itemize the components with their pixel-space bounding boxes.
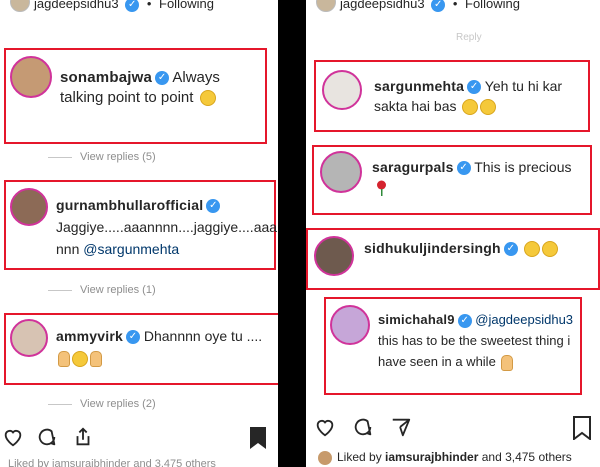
comment-username[interactable]: gurnambhullarofficial (56, 197, 203, 213)
heart-icon[interactable] (314, 416, 336, 438)
comment-ammyvirk: ammyvirk ✓ Dhannnn oye tu .... (4, 313, 278, 385)
commenter-avatar[interactable] (10, 319, 48, 357)
commenter-avatar[interactable] (10, 56, 52, 98)
verified-badge-icon: ✓ (125, 0, 140, 12)
replies-divider (48, 289, 72, 291)
bookmark-icon[interactable] (248, 426, 268, 450)
post-header: jagdeepsidhu3 ✓ • Following (306, 0, 600, 12)
ok-hand-emoji-icon (90, 351, 102, 368)
view-replies-label: View replies (1) (80, 284, 156, 296)
comment-simichahal9: simichahal9 ✓ @jagdeepsidhu3 this has to … (324, 297, 582, 395)
ok-hand-emoji-icon (58, 351, 70, 368)
laughing-crying-emoji-icon (199, 90, 216, 107)
verified-badge-icon: ✓ (155, 71, 170, 86)
liked-by-text[interactable]: Liked by iamsurajbhinder and 3,475 other… (318, 450, 572, 465)
comment-username[interactable]: sidhukuljindersingh (364, 240, 501, 256)
verified-badge-icon: ✓ (431, 0, 446, 12)
comment-text: This is precious (474, 159, 572, 175)
post-actions-bar (0, 424, 278, 454)
liked-by-prefix: Liked by (337, 450, 386, 464)
right-screenshot-panel: jagdeepsidhu3 ✓ • Following Reply sargun… (306, 0, 600, 467)
left-screenshot-panel: jagdeepsidhu3 ✓ • Following sonambajwa ✓ … (0, 0, 278, 467)
ok-hand-emoji-icon (501, 354, 514, 371)
rofl-emoji-icon (541, 241, 558, 258)
mention-link[interactable]: @jagdeepsidhu3 (475, 312, 573, 327)
replies-divider (48, 156, 72, 158)
view-replies-link[interactable]: View replies (1) (48, 284, 156, 296)
comment-icon[interactable] (352, 416, 374, 438)
header-separator: • (452, 0, 458, 11)
replies-divider (48, 403, 72, 405)
verified-badge-icon: ✓ (456, 161, 471, 176)
view-replies-label: View replies (5) (80, 151, 156, 163)
comment-username[interactable]: simichahal9 (378, 312, 455, 327)
comment-text: Dhannnn oye tu .... (143, 328, 263, 344)
post-actions-bar (306, 414, 600, 444)
post-header: jagdeepsidhu3 ✓ • Following (0, 0, 278, 12)
comment-saragurpals: saragurpals ✓ This is precious (312, 145, 592, 215)
author-username[interactable]: jagdeepsidhu3 (340, 0, 425, 11)
reply-meta[interactable]: Reply (456, 32, 482, 43)
commenter-avatar[interactable] (322, 70, 362, 110)
comment-sonambajwa: sonambajwa ✓ Always talking point to poin… (4, 48, 267, 144)
liked-by-text[interactable]: Liked by iamsurajbhinder and 3,475 other… (8, 458, 216, 467)
liked-by-user[interactable]: iamsurajbhinder (385, 450, 478, 464)
header-separator: • (146, 0, 152, 11)
share-icon[interactable] (72, 426, 94, 448)
comment-sidhukuljindersingh: sidhukuljindersingh ✓ (306, 228, 600, 290)
commenter-avatar[interactable] (320, 151, 362, 193)
liked-by-suffix[interactable]: and 3,475 others (478, 450, 572, 464)
view-replies-link[interactable]: View replies (2) (48, 398, 156, 410)
liker-avatar[interactable] (318, 450, 332, 465)
comment-gurnambhullarofficial: gurnambhullarofficial ✓ Jaggiye.....aaann… (4, 180, 277, 270)
rofl-emoji-icon (523, 241, 540, 258)
commenter-avatar[interactable] (10, 188, 48, 226)
comment-sargunmehta: sargunmehta ✓ Yeh tu hi kar sakta hai bas (314, 60, 590, 132)
rose-emoji-icon (377, 180, 386, 197)
verified-badge-icon: ✓ (467, 80, 482, 95)
view-replies-link[interactable]: View replies (5) (48, 151, 156, 163)
smiling-emoji-icon (72, 351, 88, 368)
comment-username[interactable]: saragurpals (372, 159, 454, 175)
panel-divider (278, 0, 306, 467)
verified-badge-icon: ✓ (125, 330, 140, 345)
comment-username[interactable]: ammyvirk (56, 328, 123, 344)
view-replies-label: View replies (2) (80, 398, 156, 410)
author-avatar[interactable] (10, 0, 30, 12)
bookmark-icon[interactable] (572, 416, 592, 440)
verified-badge-icon: ✓ (206, 199, 221, 214)
verified-badge-icon: ✓ (457, 313, 472, 328)
heart-icon[interactable] (2, 426, 24, 448)
comment-text: this has to be the sweetest thing i have… (378, 333, 571, 369)
rofl-emoji-icon (480, 99, 497, 116)
comment-username[interactable]: sonambajwa (60, 69, 152, 86)
verified-badge-icon: ✓ (503, 242, 518, 257)
comment-icon[interactable] (36, 426, 58, 448)
mention-link[interactable]: @sargunmehta (83, 241, 179, 257)
author-avatar[interactable] (316, 0, 336, 12)
author-username[interactable]: jagdeepsidhu3 (34, 0, 119, 11)
commenter-avatar[interactable] (314, 236, 354, 276)
comment-username[interactable]: sargunmehta (374, 78, 464, 94)
following-label[interactable]: Following (465, 0, 520, 11)
commenter-avatar[interactable] (330, 305, 370, 345)
rofl-emoji-icon (462, 99, 479, 116)
following-label[interactable]: Following (159, 0, 214, 11)
share-icon[interactable] (390, 416, 412, 438)
